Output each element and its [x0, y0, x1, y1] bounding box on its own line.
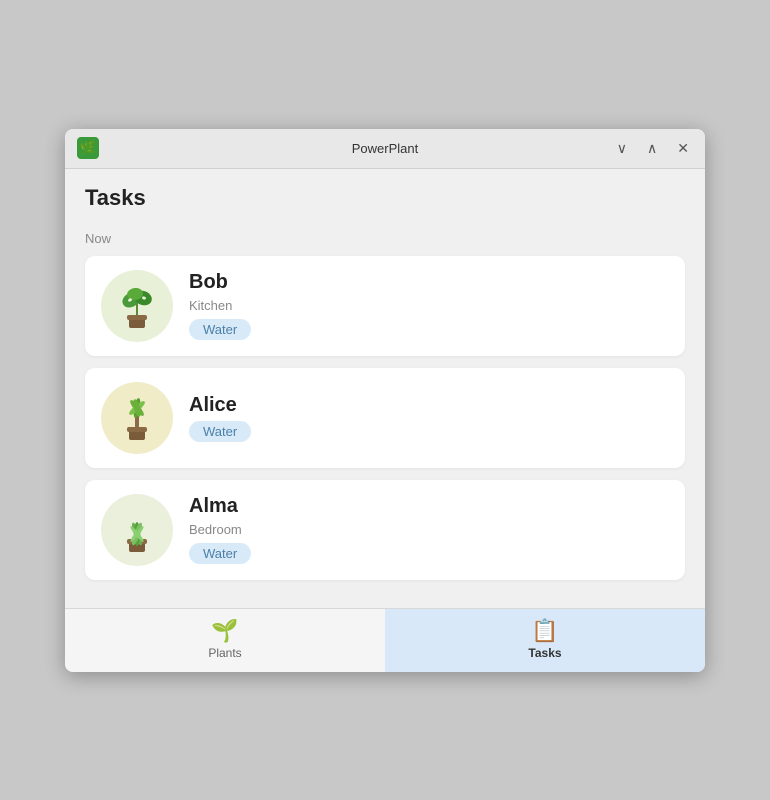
- plant-avatar-alice: [101, 382, 173, 454]
- plant-card-alice[interactable]: Alice Water: [85, 368, 685, 468]
- plants-tab-icon: 🌱: [211, 620, 238, 642]
- app-icon: 🌿: [77, 137, 99, 159]
- task-badge-bob[interactable]: Water: [189, 319, 251, 340]
- page-title: Tasks: [85, 185, 685, 211]
- plant-card-bob[interactable]: Bob Kitchen Water: [85, 256, 685, 356]
- task-badge-alma[interactable]: Water: [189, 543, 251, 564]
- section-label: Now: [85, 231, 685, 246]
- content-area: Now: [65, 219, 705, 608]
- maximize-button[interactable]: ∧: [643, 139, 661, 157]
- close-button[interactable]: ✕: [673, 139, 693, 157]
- plant-name-bob: Bob: [189, 271, 251, 294]
- plant-card-alma[interactable]: Alma Bedroom Water: [85, 480, 685, 580]
- window-title: PowerPlant: [352, 141, 418, 156]
- titlebar-left: 🌿: [77, 137, 99, 159]
- plant-info-alma: Alma Bedroom Water: [189, 495, 251, 564]
- minimize-button[interactable]: ∨: [613, 139, 631, 157]
- plant-location-bob: Kitchen: [189, 298, 251, 313]
- tasks-tab-icon: 📋: [531, 620, 558, 642]
- titlebar: 🌿 PowerPlant ∨ ∧ ✕: [65, 129, 705, 169]
- tab-tasks[interactable]: 📋 Tasks: [385, 609, 705, 672]
- app-window: 🌿 PowerPlant ∨ ∧ ✕ Tasks Now: [65, 129, 705, 672]
- plant-avatar-alma: [101, 494, 173, 566]
- plant-name-alice: Alice: [189, 394, 251, 417]
- plants-tab-label: Plants: [208, 646, 241, 660]
- task-badge-alice[interactable]: Water: [189, 421, 251, 442]
- titlebar-controls: ∨ ∧ ✕: [613, 139, 693, 157]
- tasks-tab-label: Tasks: [528, 646, 561, 660]
- plant-avatar-bob: [101, 270, 173, 342]
- bottom-nav: 🌱 Plants 📋 Tasks: [65, 608, 705, 672]
- page-header: Tasks: [65, 169, 705, 219]
- plant-info-bob: Bob Kitchen Water: [189, 271, 251, 340]
- tab-plants[interactable]: 🌱 Plants: [65, 609, 385, 672]
- plant-name-alma: Alma: [189, 495, 251, 518]
- plant-location-alma: Bedroom: [189, 522, 251, 537]
- plant-info-alice: Alice Water: [189, 394, 251, 442]
